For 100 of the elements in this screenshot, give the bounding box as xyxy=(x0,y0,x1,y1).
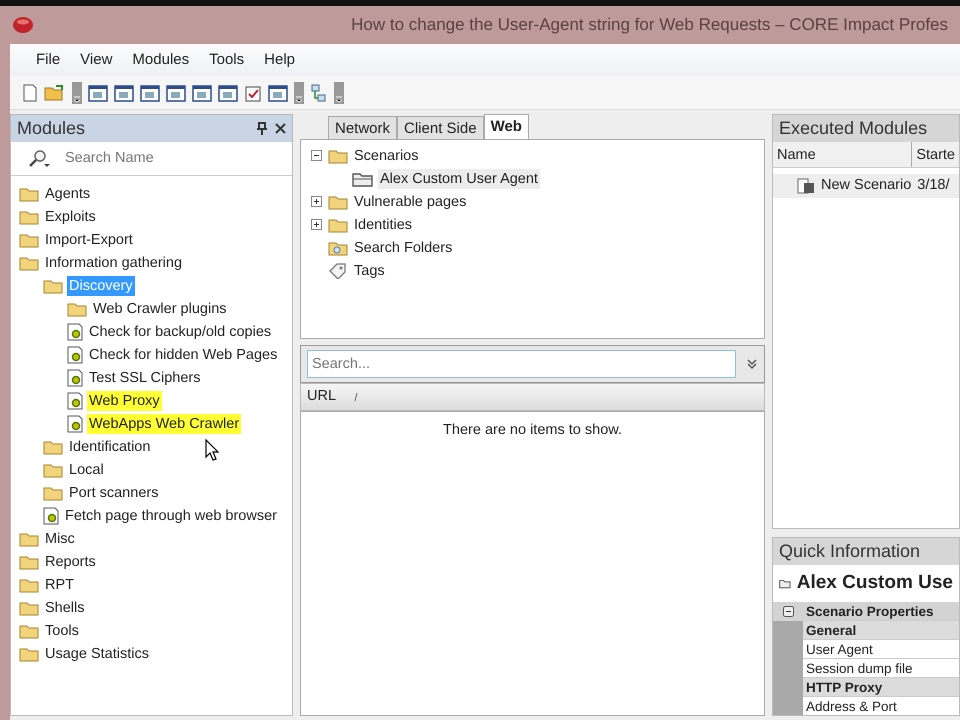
row-margin xyxy=(773,620,803,640)
column-header[interactable]: Name xyxy=(773,142,912,167)
folder-icon xyxy=(19,530,39,546)
folder-icon xyxy=(43,438,63,454)
toolbar-overflow-icon[interactable] xyxy=(294,82,304,104)
window-icon[interactable] xyxy=(192,84,212,102)
tree-item[interactable]: Search Folders xyxy=(352,238,454,258)
module-icon xyxy=(67,322,83,340)
window-icon[interactable] xyxy=(114,84,134,102)
mouse-cursor-icon xyxy=(205,439,219,461)
sort-icon xyxy=(354,393,358,401)
column-header[interactable]: Starte xyxy=(912,142,959,167)
folder-icon xyxy=(328,216,348,232)
folder-icon xyxy=(19,646,39,662)
row-margin xyxy=(773,696,803,715)
network-icon[interactable] xyxy=(310,84,328,102)
toolbar-overflow-icon[interactable] xyxy=(72,82,82,104)
search-field[interactable]: Search Name xyxy=(63,146,263,170)
open-folder-icon[interactable] xyxy=(44,84,66,102)
tree-item[interactable]: Test SSL Ciphers xyxy=(87,368,202,388)
pin-icon[interactable] xyxy=(257,122,267,135)
app-logo-icon xyxy=(12,16,34,34)
tree-item[interactable]: Vulnerable pages xyxy=(352,192,468,212)
menu-item[interactable]: File xyxy=(28,46,68,74)
tree-item[interactable]: Misc xyxy=(43,528,77,548)
module-icon xyxy=(67,414,83,432)
empty-message: There are no items to show. xyxy=(443,421,622,440)
checklist-icon[interactable] xyxy=(244,84,262,102)
menu-item[interactable]: Tools xyxy=(201,46,252,74)
tab[interactable]: Network xyxy=(328,116,398,139)
tree-item[interactable]: Tags xyxy=(352,260,387,280)
tree-item[interactable]: Import-Export xyxy=(43,230,135,250)
window-icon[interactable] xyxy=(268,84,288,102)
tree-item[interactable]: WebApps Web Crawler xyxy=(87,414,242,434)
tree-item[interactable]: Usage Statistics xyxy=(43,644,151,664)
folder-icon xyxy=(328,148,348,164)
folder-icon xyxy=(43,462,63,478)
module-icon xyxy=(67,392,83,410)
folder-icon xyxy=(352,170,374,186)
column-title: URL xyxy=(307,387,336,406)
expand-icon[interactable] xyxy=(311,219,322,230)
section-header: Scenario Properties xyxy=(803,602,959,620)
tree-item[interactable]: Alex Custom User Agent xyxy=(378,168,540,188)
tab[interactable]: Client Side xyxy=(397,116,484,139)
tree-item[interactable]: Port scanners xyxy=(67,482,160,502)
window-icon[interactable] xyxy=(166,84,186,102)
folder-icon xyxy=(19,600,39,616)
folder-icon xyxy=(19,186,39,202)
tree-item[interactable]: Tools xyxy=(43,620,81,640)
table-cell-text: 3/18/ xyxy=(917,176,950,196)
window-icon[interactable] xyxy=(88,84,108,102)
category-header: HTTP Proxy xyxy=(803,678,959,696)
tree-item[interactable]: Web Proxy xyxy=(87,390,162,410)
menu-item[interactable]: View xyxy=(72,46,120,74)
panel-title: Modules xyxy=(17,117,86,140)
menu-item[interactable]: Help xyxy=(256,46,304,74)
tree-item[interactable]: Exploits xyxy=(43,206,98,226)
window-title: How to change the User-Agent string for Web Requests – CORE Impact Profes xyxy=(351,14,948,36)
tab[interactable]: Web xyxy=(484,114,529,139)
tree-item[interactable]: Agents xyxy=(43,184,92,204)
panel-title: Executed Modules xyxy=(779,117,928,140)
expand-icon[interactable] xyxy=(311,196,322,207)
new-document-icon[interactable] xyxy=(22,84,38,102)
module-icon xyxy=(43,506,59,524)
column-header[interactable]: URL xyxy=(300,383,765,411)
tree-item[interactable]: Information gathering xyxy=(43,252,184,272)
search-icon[interactable] xyxy=(27,148,53,168)
folder-icon xyxy=(19,576,39,592)
folder-icon xyxy=(19,208,39,224)
property-name: Address & Port xyxy=(803,696,959,715)
search-folder-icon xyxy=(328,240,348,256)
tree-item[interactable]: RPT xyxy=(43,574,76,594)
folder-icon xyxy=(43,484,63,500)
scenario-icon xyxy=(797,178,815,194)
tree-item[interactable]: Fetch page through web browser xyxy=(63,506,279,526)
module-icon xyxy=(67,346,83,364)
collapse-icon[interactable] xyxy=(311,150,322,161)
collapse-icon[interactable] xyxy=(782,606,794,616)
window-icon[interactable] xyxy=(218,84,238,102)
module-icon xyxy=(67,368,83,386)
tree-item[interactable]: Check for hidden Web Pages xyxy=(87,344,280,364)
tree-item[interactable]: Shells xyxy=(43,598,86,618)
search-field[interactable]: Search... xyxy=(307,350,736,378)
tree-item[interactable]: Local xyxy=(67,460,106,480)
folder-icon xyxy=(19,232,39,248)
expand-icon[interactable] xyxy=(746,358,758,370)
window-icon[interactable] xyxy=(140,84,160,102)
tree-item[interactable]: Reports xyxy=(43,552,98,572)
toolbar-overflow-icon[interactable] xyxy=(334,82,344,104)
property-name: User Agent xyxy=(803,640,959,658)
tree-item[interactable]: Identification xyxy=(67,436,152,456)
folder-icon xyxy=(43,278,63,294)
menu-item[interactable]: Modules xyxy=(124,46,198,74)
tree-item[interactable]: Scenarios xyxy=(352,146,420,166)
close-icon[interactable] xyxy=(275,123,286,134)
tree-item[interactable]: Check for backup/old copies xyxy=(87,322,274,342)
tag-icon xyxy=(328,262,348,278)
table-cell-text: New Scenario xyxy=(821,176,912,196)
tree-item[interactable]: Web Crawler plugins xyxy=(91,298,229,318)
tree-item[interactable]: Identities xyxy=(352,214,414,234)
